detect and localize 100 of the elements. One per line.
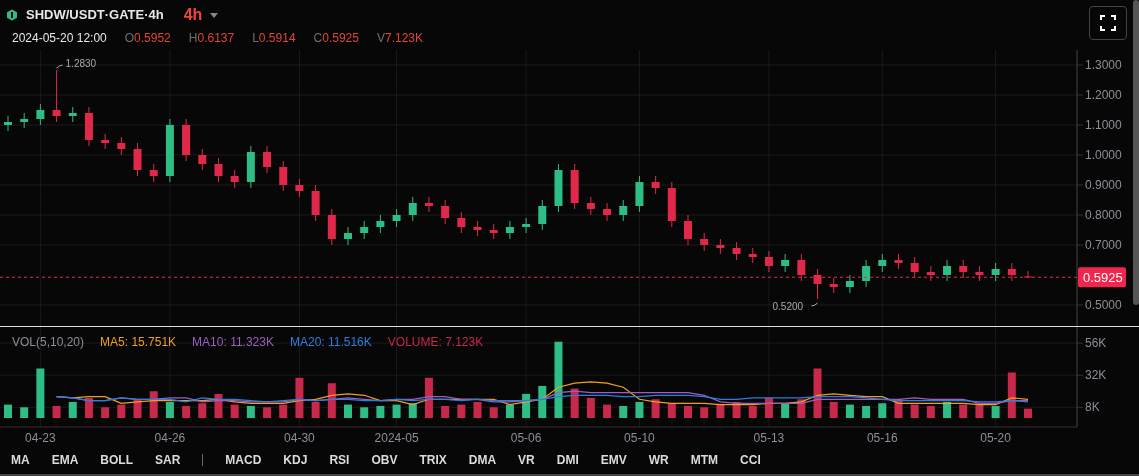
volume-bar (149, 391, 158, 418)
candle (117, 136, 126, 156)
volume-bar (279, 404, 288, 418)
candle (829, 277, 838, 294)
volume-bar (327, 383, 336, 418)
volume-bar (182, 405, 191, 418)
candle (1024, 270, 1032, 279)
volume-bar (376, 405, 385, 418)
candle (84, 106, 93, 147)
candle (538, 199, 547, 231)
volume-bar (829, 401, 838, 418)
indicator-tab[interactable]: OBV (371, 451, 398, 469)
scrollbar[interactable] (1133, 0, 1139, 305)
indicator-tab[interactable]: DMI (556, 451, 579, 469)
legend-label: VOLUME: 7.123K (387, 334, 484, 351)
candle (52, 69, 61, 123)
interval-dropdown[interactable]: 4h (183, 3, 219, 27)
candle (505, 220, 514, 240)
candle (862, 259, 871, 288)
indicator-tab[interactable]: DMA (468, 451, 497, 469)
volume-bar (991, 405, 1000, 418)
candle (441, 199, 450, 225)
candle (748, 247, 757, 264)
candle (910, 256, 919, 279)
volume-bar (522, 393, 531, 418)
candle (700, 232, 709, 252)
candle (1007, 262, 1016, 282)
indicator-tab[interactable]: CCI (740, 451, 761, 469)
axis-label: 1.0000 (1085, 148, 1122, 162)
volume-bar (586, 397, 595, 418)
candle (959, 259, 968, 279)
candle (603, 202, 612, 222)
candle (165, 118, 174, 183)
ohlc-field-label: L (252, 30, 259, 47)
candle (926, 265, 935, 282)
volume-bar (619, 405, 628, 418)
candle (667, 181, 676, 228)
indicator-tab[interactable]: KDJ (283, 451, 308, 469)
axis-label: 0.9000 (1085, 178, 1122, 192)
indicator-tab[interactable]: MACD (225, 451, 262, 469)
fullscreen-button[interactable] (1089, 6, 1127, 40)
volume-bar (52, 405, 61, 418)
volume-bar (84, 397, 93, 418)
indicator-tab[interactable]: MTM (690, 451, 719, 469)
candle (619, 199, 628, 222)
volume-bar (311, 401, 320, 418)
indicator-tab[interactable]: SAR (155, 451, 181, 469)
axis-label: 8K (1085, 400, 1100, 415)
volume-bar (538, 385, 547, 418)
ohlc-field-value: 0.6137 (197, 30, 235, 47)
candle (360, 220, 369, 240)
axis-label: 32K (1085, 368, 1107, 383)
candle (230, 169, 239, 189)
candle (408, 196, 417, 222)
volume-bar (4, 404, 12, 418)
volume-bar (716, 404, 725, 418)
candle (797, 253, 806, 282)
candle (263, 145, 272, 174)
indicator-tab[interactable]: MA (11, 451, 30, 469)
volume-bar (603, 404, 612, 418)
ohlc-time: 2024-05-20 12:00 (12, 30, 107, 47)
indicator-tab[interactable]: EMV (600, 451, 627, 469)
indicator-tab[interactable]: RSI (329, 451, 350, 469)
caret-icon (210, 12, 219, 18)
axis-label: 0.5000 (1085, 298, 1122, 312)
volume-bar (894, 399, 903, 418)
axis-label: 1.2000 (1085, 88, 1122, 102)
axis-label: 2024-05 (374, 431, 419, 445)
candle (198, 148, 207, 171)
volume-bar (651, 399, 660, 418)
volume-bar (457, 404, 466, 418)
indicator-tab[interactable]: TRIX (419, 451, 447, 469)
volume-bar (441, 405, 450, 418)
volume-bar (764, 397, 773, 418)
ohlc-field-value: 0.5952 (134, 30, 171, 47)
ohlc-field-label: V (376, 30, 385, 47)
indicator-tab[interactable]: BOLL (100, 451, 133, 469)
volume-bar (878, 403, 887, 418)
indicator-tab[interactable]: EMA (51, 451, 79, 469)
indicator-tab[interactable]: VR (518, 451, 535, 469)
candle (101, 133, 110, 150)
axis-label: 0.7000 (1085, 238, 1122, 252)
volume-bar (845, 404, 854, 418)
axis-label: 04-26 (154, 431, 186, 445)
volume-bar (36, 368, 45, 418)
candle (716, 238, 725, 255)
candle (473, 220, 482, 237)
axis-label: 05-20 (980, 431, 1011, 445)
axis-label: 05-06 (510, 431, 542, 445)
volume-bar (926, 405, 935, 418)
candle (522, 217, 531, 234)
candle (376, 214, 385, 234)
indicator-tab[interactable]: WR (648, 451, 669, 469)
candle (68, 106, 77, 123)
legend-label: MA10: 11.323K (192, 334, 274, 351)
volume-bar (101, 407, 110, 418)
candle (570, 163, 579, 210)
volume-bar (505, 404, 514, 418)
candle (20, 112, 29, 129)
volume-bar (1007, 372, 1016, 418)
